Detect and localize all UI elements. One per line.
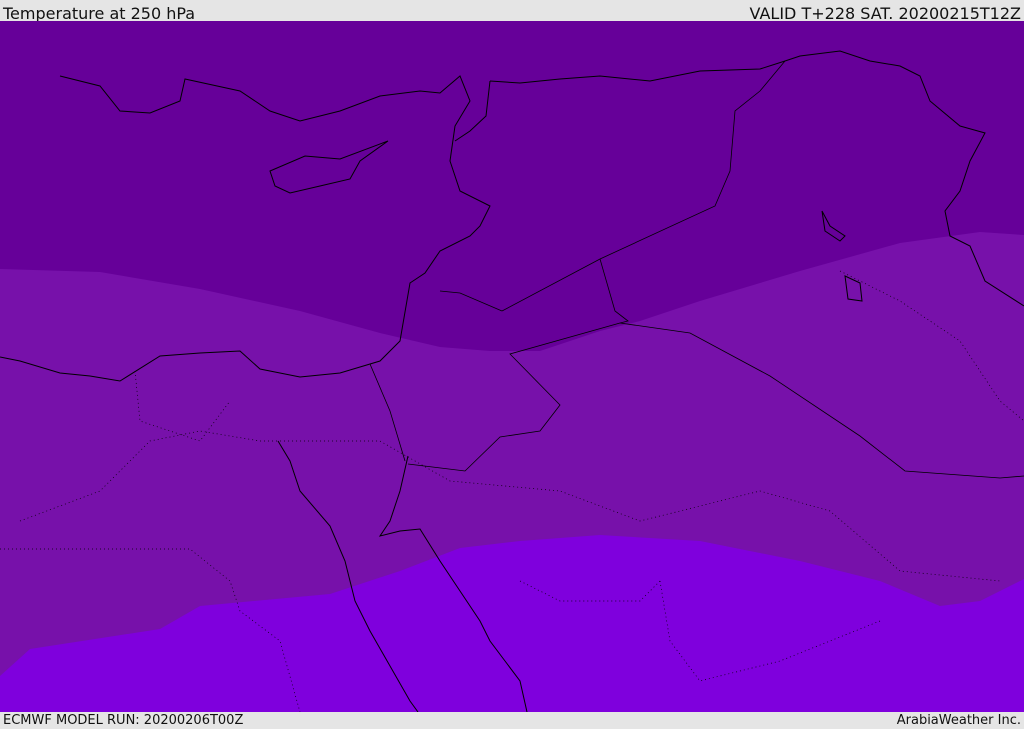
brand-label: ArabiaWeather Inc. xyxy=(896,713,1021,728)
temperature-map xyxy=(0,21,1024,712)
model-run-label: ECMWF MODEL RUN: 20200206T00Z xyxy=(3,713,244,728)
footer-bar: ECMWF MODEL RUN: 20200206T00Z ArabiaWeat… xyxy=(0,712,1024,729)
header-bar: Temperature at 250 hPa VALID T+228 SAT. … xyxy=(0,0,1024,23)
